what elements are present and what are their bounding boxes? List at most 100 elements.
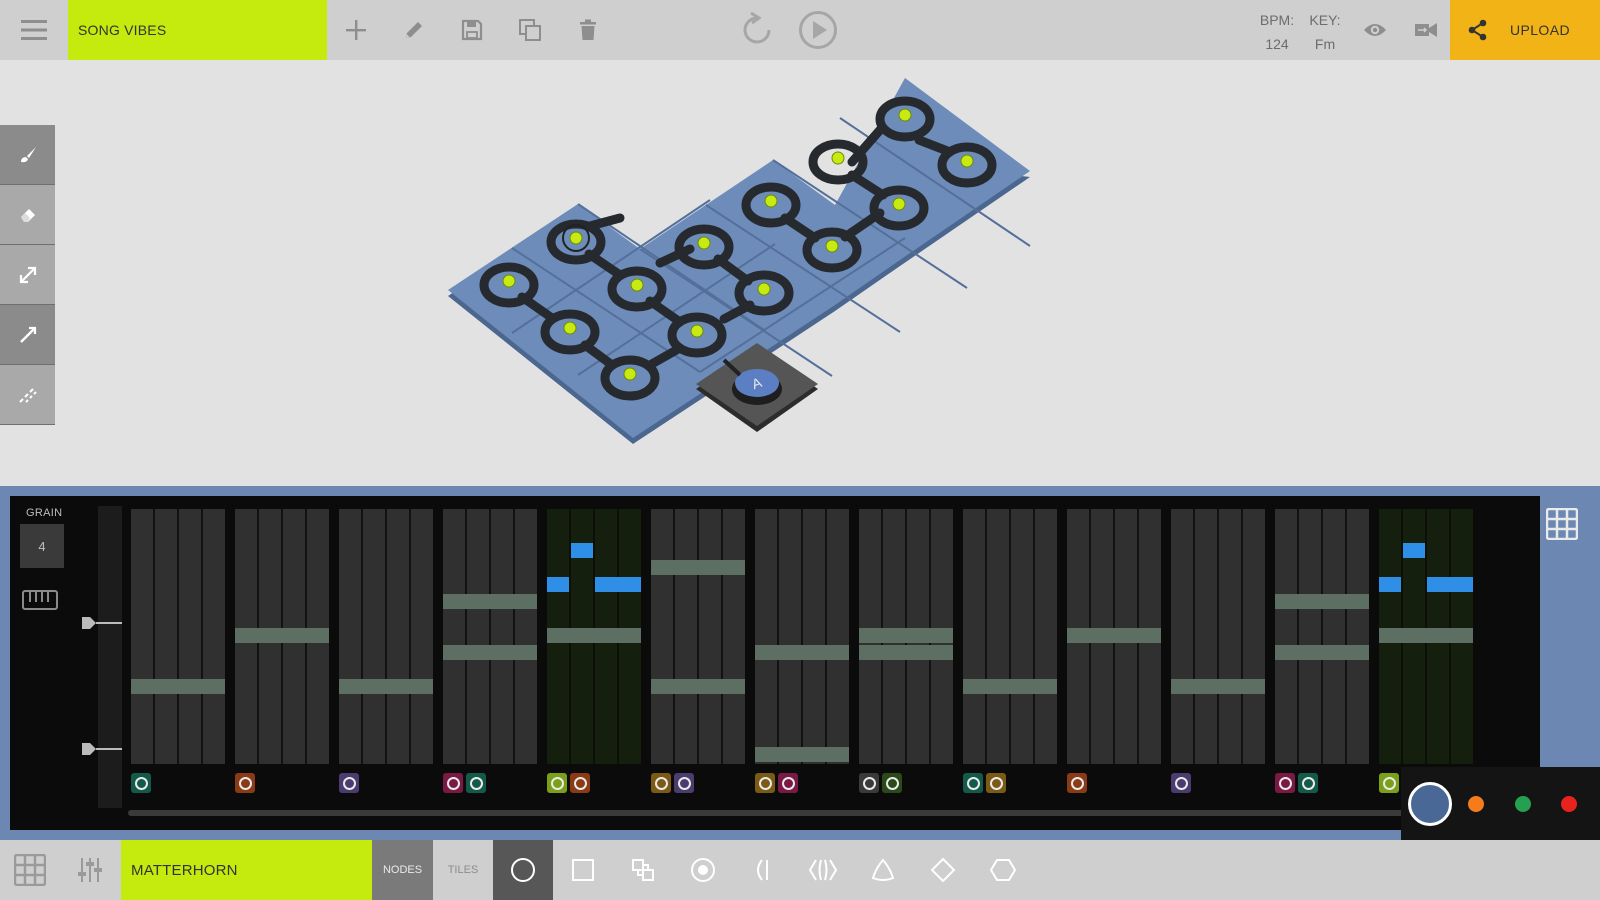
note-bar[interactable] bbox=[755, 747, 849, 762]
note-bar[interactable] bbox=[651, 679, 745, 694]
instrument-chip[interactable] bbox=[547, 773, 567, 793]
shape-half-bracket-button[interactable] bbox=[733, 840, 793, 900]
song-title-field[interactable]: SONG VIBES bbox=[68, 0, 327, 60]
color-swatch-selected[interactable] bbox=[1408, 782, 1452, 826]
brush-tool-button[interactable] bbox=[0, 125, 55, 185]
note-bar[interactable] bbox=[235, 628, 329, 643]
note-cell-highlight[interactable] bbox=[1427, 577, 1473, 592]
sequencer-block[interactable] bbox=[1067, 509, 1161, 764]
sequencer-block[interactable] bbox=[235, 509, 329, 764]
note-bar[interactable] bbox=[1171, 679, 1265, 694]
note-bar[interactable] bbox=[1379, 628, 1473, 643]
shape-circle-button[interactable] bbox=[493, 840, 553, 900]
instrument-chip[interactable] bbox=[674, 773, 694, 793]
note-bar[interactable] bbox=[963, 679, 1057, 694]
instrument-chip[interactable] bbox=[339, 773, 359, 793]
upload-button[interactable]: UPLOAD bbox=[1450, 0, 1600, 60]
edit-button[interactable] bbox=[385, 0, 443, 60]
track-viewport[interactable]: A bbox=[0, 60, 1600, 486]
note-bar[interactable] bbox=[859, 645, 953, 660]
instrument-chip[interactable] bbox=[1379, 773, 1399, 793]
grid-view-icon[interactable] bbox=[1546, 508, 1578, 540]
sequencer-block[interactable] bbox=[755, 509, 849, 764]
instrument-chip[interactable] bbox=[755, 773, 775, 793]
resize-tool-button[interactable] bbox=[0, 245, 55, 305]
sequencer-block[interactable] bbox=[651, 509, 745, 764]
note-bar[interactable] bbox=[339, 679, 433, 694]
sequencer-block-active[interactable] bbox=[1379, 509, 1473, 764]
instrument-chip[interactable] bbox=[963, 773, 983, 793]
sequencer-block[interactable] bbox=[443, 509, 537, 764]
menu-button[interactable] bbox=[0, 0, 68, 60]
note-cell-highlight[interactable] bbox=[595, 577, 641, 592]
note-bar[interactable] bbox=[1275, 594, 1369, 609]
instrument-chip[interactable] bbox=[859, 773, 879, 793]
note-cell-highlight[interactable] bbox=[1403, 543, 1425, 558]
camera-button[interactable] bbox=[1402, 0, 1450, 60]
bpm-display[interactable]: BPM: 124 bbox=[1255, 8, 1299, 56]
note-cell-highlight[interactable] bbox=[1379, 577, 1401, 592]
shape-stair-button[interactable] bbox=[613, 840, 673, 900]
pitch-range-slider[interactable] bbox=[98, 506, 122, 808]
note-bar[interactable] bbox=[1067, 628, 1161, 643]
instrument-chip[interactable] bbox=[778, 773, 798, 793]
duplicate-button[interactable] bbox=[501, 0, 559, 60]
sequencer-block[interactable] bbox=[859, 509, 953, 764]
range-lower-handle[interactable] bbox=[80, 742, 124, 756]
note-bar[interactable] bbox=[131, 679, 225, 694]
piano-keyboard-icon[interactable] bbox=[22, 590, 58, 610]
sequencer-scrollbar[interactable] bbox=[128, 810, 1408, 816]
tab-tiles[interactable]: TILES bbox=[433, 840, 493, 900]
instrument-chip[interactable] bbox=[1298, 773, 1318, 793]
shape-diamond-button[interactable] bbox=[913, 840, 973, 900]
instrument-chip[interactable] bbox=[235, 773, 255, 793]
color-swatch-red[interactable] bbox=[1561, 796, 1577, 812]
sequencer-block[interactable] bbox=[131, 509, 225, 764]
note-cell-highlight[interactable] bbox=[571, 543, 593, 558]
instrument-chip[interactable] bbox=[466, 773, 486, 793]
note-bar[interactable] bbox=[859, 628, 953, 643]
note-bar[interactable] bbox=[547, 628, 641, 643]
instrument-chip[interactable] bbox=[1067, 773, 1087, 793]
mixer-button[interactable] bbox=[60, 840, 120, 900]
reset-button[interactable] bbox=[733, 0, 781, 60]
instrument-chip[interactable] bbox=[570, 773, 590, 793]
instrument-chip[interactable] bbox=[131, 773, 151, 793]
grid-button[interactable] bbox=[0, 840, 60, 900]
instrument-chip[interactable] bbox=[1171, 773, 1191, 793]
play-button[interactable] bbox=[794, 0, 842, 60]
shape-drop-button[interactable] bbox=[853, 840, 913, 900]
save-button[interactable] bbox=[443, 0, 501, 60]
instrument-chip[interactable] bbox=[443, 773, 463, 793]
color-swatch-orange[interactable] bbox=[1468, 796, 1484, 812]
shape-square-button[interactable] bbox=[553, 840, 613, 900]
instrument-chip[interactable] bbox=[986, 773, 1006, 793]
sequencer-block[interactable] bbox=[963, 509, 1057, 764]
line-tool-button[interactable] bbox=[0, 305, 55, 365]
instrument-chip[interactable] bbox=[651, 773, 671, 793]
sequencer-block[interactable] bbox=[1275, 509, 1369, 764]
instrument-chip[interactable] bbox=[1275, 773, 1295, 793]
add-button[interactable] bbox=[327, 0, 385, 60]
eraser-tool-button[interactable] bbox=[0, 185, 55, 245]
range-upper-handle[interactable] bbox=[80, 616, 124, 630]
sequencer-block[interactable] bbox=[1171, 509, 1265, 764]
color-swatch-green[interactable] bbox=[1515, 796, 1531, 812]
note-bar[interactable] bbox=[755, 645, 849, 660]
sequencer-block[interactable] bbox=[339, 509, 433, 764]
instrument-chip[interactable] bbox=[882, 773, 902, 793]
instrument-name-field[interactable]: MATTERHORN bbox=[121, 840, 372, 900]
grain-input[interactable]: 4 bbox=[20, 524, 64, 568]
note-cell-highlight[interactable] bbox=[547, 577, 569, 592]
link-dash-tool-button[interactable] bbox=[0, 365, 55, 425]
note-bar[interactable] bbox=[651, 560, 745, 575]
shape-double-bracket-button[interactable] bbox=[793, 840, 853, 900]
preview-button[interactable] bbox=[1353, 0, 1397, 60]
note-bar[interactable] bbox=[443, 645, 537, 660]
shape-hexagon-button[interactable] bbox=[973, 840, 1033, 900]
key-display[interactable]: KEY: Fm bbox=[1306, 8, 1344, 56]
note-bar[interactable] bbox=[1275, 645, 1369, 660]
note-bar[interactable] bbox=[443, 594, 537, 609]
tab-nodes[interactable]: NODES bbox=[372, 840, 433, 900]
shape-target-button[interactable] bbox=[673, 840, 733, 900]
